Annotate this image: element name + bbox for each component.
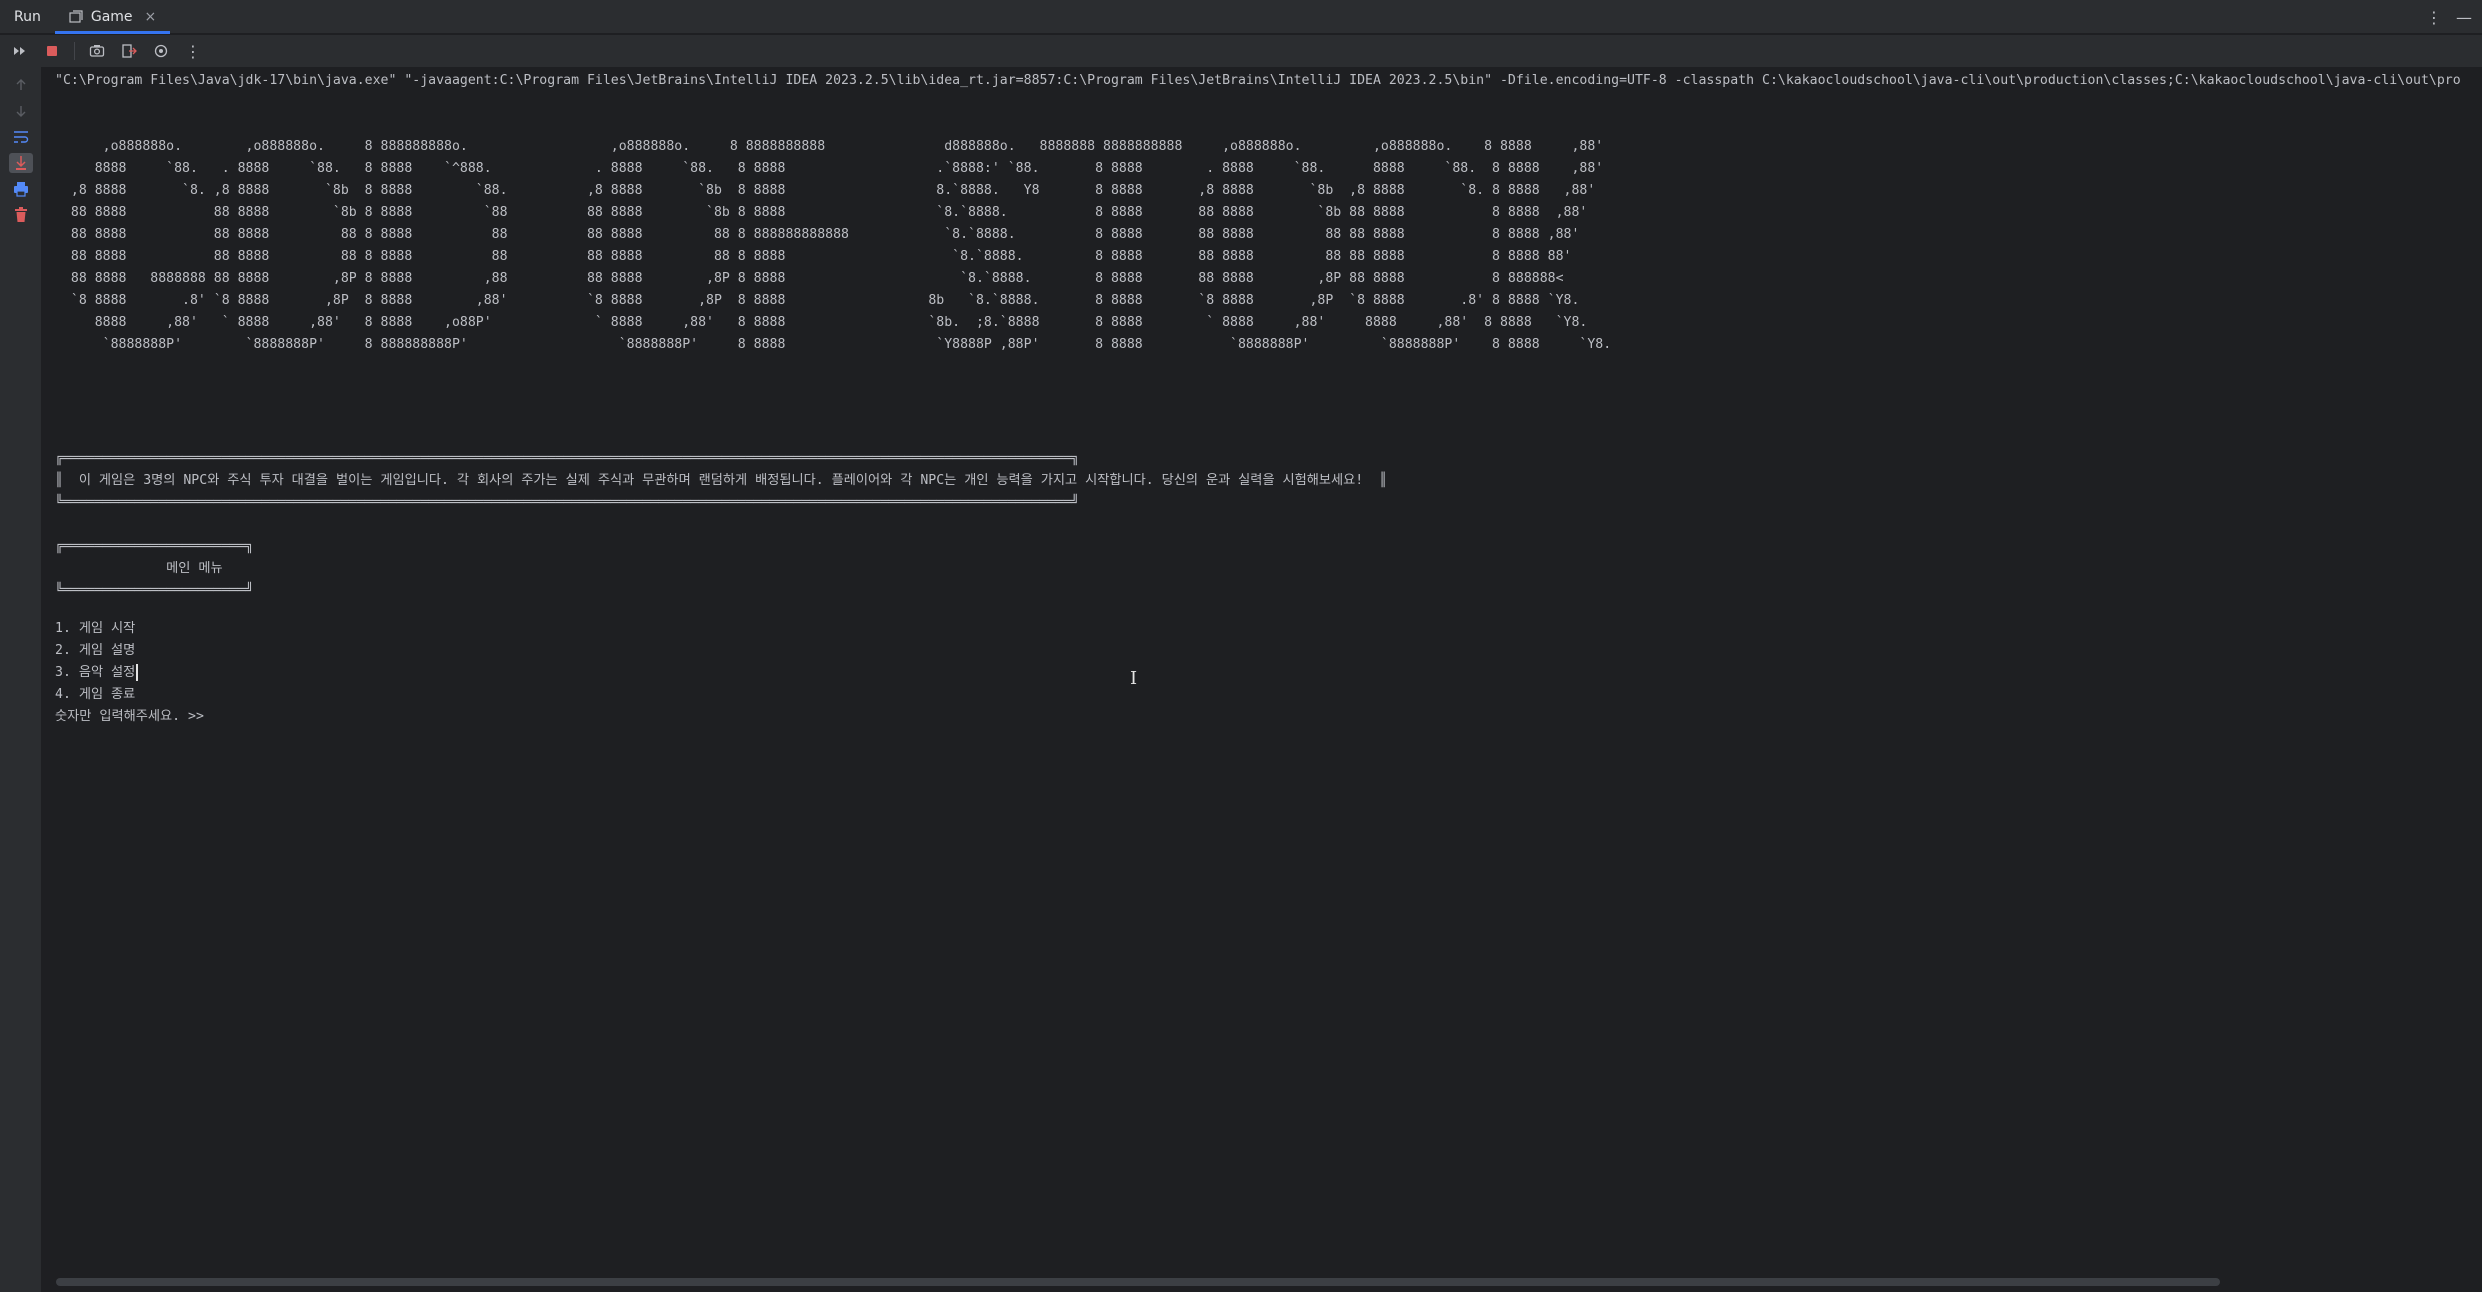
close-icon[interactable]: ×: [145, 9, 157, 25]
description-box-bottom: ╚═══════════════════════════════════════…: [55, 495, 1080, 510]
print-icon[interactable]: [9, 179, 33, 199]
description-box: ╔═══════════════════════════════════════…: [55, 448, 1387, 514]
down-icon[interactable]: [9, 101, 33, 121]
toolbar-divider: [74, 42, 75, 60]
tab-game[interactable]: Game ×: [54, 0, 171, 34]
input-prompt[interactable]: 숫자만 입력해주세요. >>: [55, 709, 204, 724]
menu-item-help: 2. 게임 설명: [55, 643, 136, 658]
more-options-icon[interactable]: ⋮: [2426, 8, 2442, 27]
menu-item-music: 3. 음악 설정: [55, 665, 136, 680]
run-toolbar: ⋮: [0, 35, 2482, 67]
menu-item-exit: 4. 게임 종료: [55, 687, 136, 702]
horizontal-scrollbar[interactable]: [56, 1278, 2220, 1286]
command-line: "C:\Program Files\Java\jdk-17\bin\java.e…: [55, 73, 2461, 88]
ibeam-cursor-icon: I: [1130, 668, 1138, 689]
ascii-art-title: ,o888888o. ,o888888o. 8 888888888o. ,o88…: [70, 139, 1612, 352]
menu-item-start: 1. 게임 시작: [55, 621, 136, 636]
description-text: ║ 이 게임은 3명의 NPC와 주식 투자 대결을 벌이는 게임입니다. 각 …: [55, 473, 1388, 488]
description-box-top: ╔═══════════════════════════════════════…: [55, 451, 1080, 466]
main-menu-box: ╔═══════════════════════╗ 메인 메뉴 ╚═══════…: [55, 536, 254, 602]
rerun-icon[interactable]: [8, 39, 32, 63]
soft-wrap-icon[interactable]: [9, 127, 33, 147]
menu-box-bottom: ╚═══════════════════════╝: [55, 583, 254, 598]
more-icon[interactable]: ⋮: [181, 39, 205, 63]
exit-icon[interactable]: [117, 39, 141, 63]
console-tab-icon: [69, 9, 83, 24]
console-output[interactable]: "C:\Program Files\Java\jdk-17\bin\java.e…: [43, 67, 2482, 1267]
tab-label: Game: [90, 8, 133, 25]
up-icon[interactable]: [9, 75, 33, 95]
menu-list: 1. 게임 시작 2. 게임 설명 3. 음악 설정 4. 게임 종료 숫자만 …: [55, 618, 204, 728]
text-caret: [136, 663, 139, 681]
scroll-to-end-icon[interactable]: [8, 153, 33, 173]
trash-icon[interactable]: [9, 205, 33, 225]
minimize-icon[interactable]: —: [2456, 8, 2472, 27]
tool-window-header: Run Game × ⋮ —: [0, 0, 2482, 34]
tool-window-title[interactable]: Run: [0, 0, 55, 34]
screenshot-icon[interactable]: [85, 39, 109, 63]
menu-title: 메인 메뉴: [55, 561, 223, 576]
stop-icon[interactable]: [40, 39, 64, 63]
settings-icon[interactable]: [149, 39, 173, 63]
console-side-toolbar: [0, 67, 42, 1292]
menu-box-top: ╔═══════════════════════╗: [55, 539, 254, 554]
